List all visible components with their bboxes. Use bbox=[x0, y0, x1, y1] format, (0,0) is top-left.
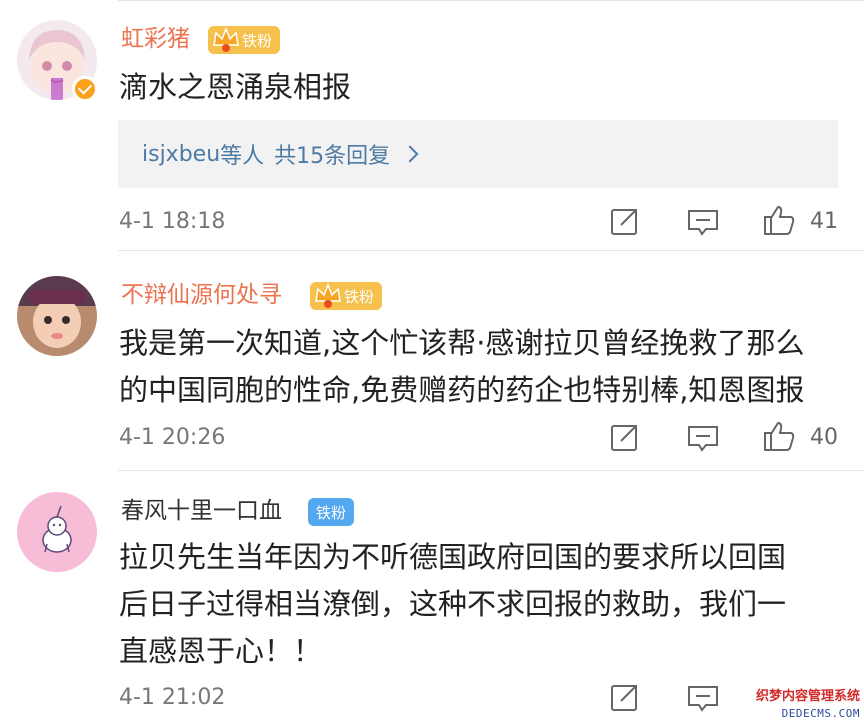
timestamp: 4-1 21:02 bbox=[119, 685, 226, 710]
comment-text: 我是第一次知道,这个忙该帮·感谢拉贝曾经挽救了那么 的中国同胞的性命,免费赠药的… bbox=[119, 320, 804, 414]
divider bbox=[118, 0, 864, 1]
watermark-title: 织梦内容管理系统 bbox=[755, 689, 860, 704]
fan-badge-label: 铁粉 bbox=[316, 503, 347, 522]
divider bbox=[118, 250, 864, 251]
timestamp: 4-1 18:18 bbox=[119, 209, 226, 234]
comment-text-line: 直感恩于心！！ bbox=[119, 634, 323, 668]
avatar[interactable] bbox=[17, 276, 97, 356]
comment-text-line: 我是第一次知道,这个忙该帮·感谢拉贝曾经挽救了那么 bbox=[119, 326, 805, 360]
divider bbox=[118, 470, 864, 471]
chevron-right-icon bbox=[401, 145, 419, 163]
verified-icon bbox=[72, 76, 98, 102]
fan-badge-label: 铁粉 bbox=[344, 287, 375, 306]
timestamp: 4-1 20:26 bbox=[119, 425, 226, 450]
share-icon[interactable] bbox=[608, 421, 642, 455]
like-count: 40 bbox=[810, 425, 838, 450]
comment-text-line: 的中国同胞的性命,免费赠药的药企也特别棒,知恩图报 bbox=[119, 373, 805, 407]
comment-text-line: 滴水之恩涌泉相报 bbox=[119, 70, 352, 104]
watermark-domain: DEDECMS.COM bbox=[781, 707, 860, 720]
username[interactable]: 虹彩猪 bbox=[121, 24, 190, 54]
comment-text: 拉贝先生当年因为不听德国政府回国的要求所以回国 后日子过得相当潦倒，这种不求回报… bbox=[119, 534, 786, 675]
reply-etc: 等人 bbox=[220, 144, 265, 169]
comment-text-line: 拉贝先生当年因为不听德国政府回国的要求所以回国 bbox=[119, 540, 787, 574]
comment-icon[interactable] bbox=[686, 205, 720, 239]
fan-badge: 铁粉 bbox=[310, 282, 383, 310]
avatar[interactable] bbox=[17, 492, 97, 572]
like-count: 41 bbox=[810, 209, 838, 234]
fan-badge: 铁粉 bbox=[308, 498, 355, 526]
crown-icon bbox=[213, 26, 239, 52]
share-icon[interactable] bbox=[608, 205, 642, 239]
site-watermark: 织梦内容管理系统 DEDECMS.COM bbox=[750, 688, 860, 726]
reply-summary[interactable]: isjxbeu 等人 共15条回复 bbox=[118, 120, 838, 188]
reply-user[interactable]: isjxbeu bbox=[142, 142, 220, 167]
comment-icon[interactable] bbox=[686, 421, 720, 455]
comment-text-line: 后日子过得相当潦倒，这种不求回报的救助，我们一 bbox=[119, 587, 787, 621]
username[interactable]: 春风十里一口血 bbox=[121, 496, 282, 526]
reply-count[interactable]: 共15条回复 bbox=[274, 138, 390, 170]
thumbs-up-icon[interactable] bbox=[762, 203, 796, 237]
fan-badge-label: 铁粉 bbox=[242, 31, 273, 50]
thumbs-up-icon[interactable] bbox=[762, 419, 796, 453]
comment-text: 滴水之恩涌泉相报 bbox=[119, 64, 351, 111]
fan-badge: 铁粉 bbox=[208, 26, 281, 54]
comment-icon[interactable] bbox=[686, 681, 720, 715]
username[interactable]: 不辩仙源何处寻 bbox=[121, 280, 282, 310]
crown-icon bbox=[315, 282, 341, 308]
share-icon[interactable] bbox=[608, 681, 642, 715]
